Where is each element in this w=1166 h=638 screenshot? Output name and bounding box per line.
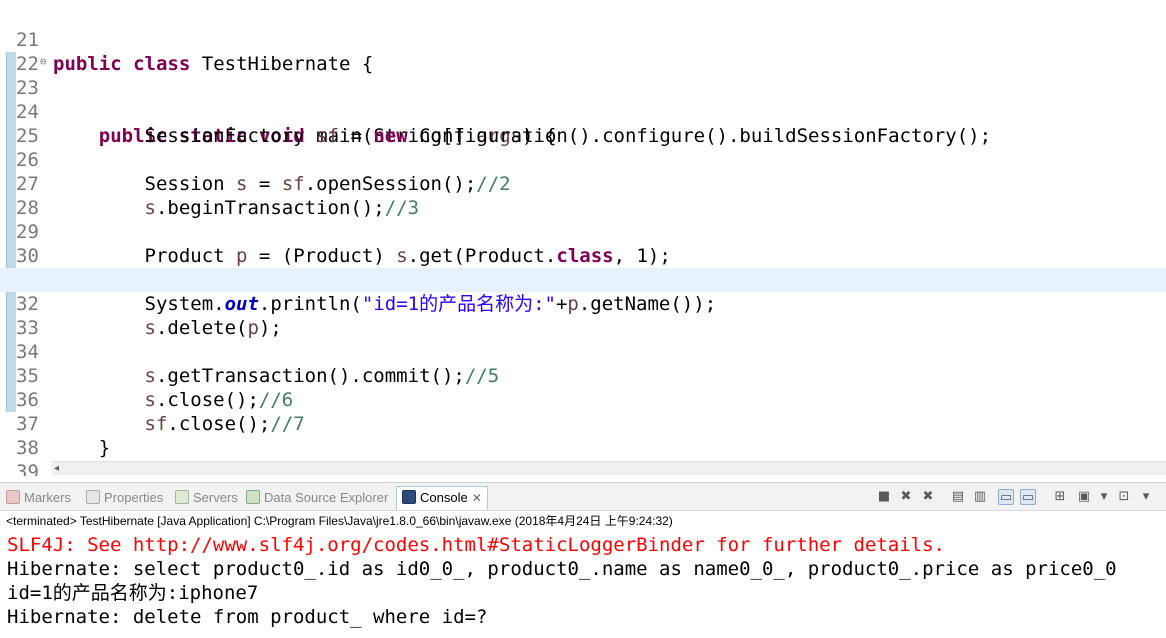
database-icon xyxy=(246,490,260,504)
code-line[interactable]: 22 xyxy=(0,28,1166,75)
code-line[interactable]: 37 } xyxy=(0,388,1166,459)
chevron-down-icon[interactable]: ▾ xyxy=(1138,489,1154,505)
code-line[interactable]: 35 s.close();//6 xyxy=(0,340,1166,411)
scroll-left-arrow-icon[interactable]: ◂ xyxy=(54,462,59,476)
tab-label: Console xyxy=(420,490,468,505)
code-line[interactable]: 27 s.beginTransaction();//3 xyxy=(0,148,1166,219)
markers-icon xyxy=(6,490,20,504)
show-on-stdout-icon[interactable]: ▭ xyxy=(998,489,1014,505)
display-console-icon[interactable]: ▣ xyxy=(1076,489,1092,505)
horizontal-scrollbar[interactable]: ◂ xyxy=(52,461,1166,475)
show-on-stderr-icon[interactable]: ▭ xyxy=(1020,489,1036,505)
fold-toggle-icon[interactable]: ⊖ xyxy=(40,52,47,72)
servers-icon xyxy=(175,490,189,504)
code-line[interactable]: 38 xyxy=(0,412,1166,459)
code-line[interactable]: 25 xyxy=(0,100,1166,147)
tab-label: Servers xyxy=(193,490,238,505)
code-line[interactable]: 39 } xyxy=(0,436,1166,476)
tab-label: Markers xyxy=(24,490,71,505)
chevron-down-icon[interactable]: ▾ xyxy=(1096,489,1112,505)
tab-servers[interactable]: Servers xyxy=(175,488,238,508)
code-line[interactable]: 34 s.getTransaction().commit();//5 xyxy=(0,316,1166,387)
code-line[interactable]: 36 sf.close();//7 xyxy=(0,364,1166,435)
tab-markers[interactable]: Markers xyxy=(6,488,71,508)
code-line[interactable]: 31 System.out.println("id=1的产品名称为:"+p.ge… xyxy=(0,244,1166,315)
tab-console[interactable]: Console ✕ xyxy=(396,486,488,510)
clear-console-icon[interactable]: ▤ xyxy=(950,489,966,505)
console-view: Markers Properties Servers Data Source E… xyxy=(0,482,1166,638)
pin-console-icon[interactable]: ⊞ xyxy=(1052,489,1068,505)
scroll-lock-icon[interactable]: ▥ xyxy=(972,489,988,505)
console-output-line: Hibernate: select product0_.id as id0_0_… xyxy=(7,558,1117,580)
process-status: <terminated> TestHibernate [Java Applica… xyxy=(6,514,673,528)
open-console-icon[interactable]: ⊡ xyxy=(1116,489,1132,505)
remove-all-terminated-icon[interactable]: ✖ xyxy=(920,489,936,505)
code-line[interactable]: 29 Product p = (Product) s.get(Product.c… xyxy=(0,196,1166,267)
code-line[interactable]: 33 xyxy=(0,292,1166,339)
code-line[interactable]: 21 public class TestHibernate { xyxy=(0,4,1166,75)
console-icon xyxy=(402,490,416,504)
current-code-line[interactable]: 32 s.delete(p); xyxy=(0,268,1166,339)
terminate-icon[interactable]: ■ xyxy=(876,489,892,505)
close-icon[interactable]: ✕ xyxy=(472,491,482,505)
line-number: 39 xyxy=(16,461,39,476)
properties-icon xyxy=(86,490,100,504)
tab-label: Properties xyxy=(104,490,164,505)
code-line[interactable]: 28 xyxy=(0,172,1166,219)
console-output-line: id=1的产品名称为:iphone7 xyxy=(7,582,259,604)
remove-launch-icon[interactable]: ✖ xyxy=(898,489,914,505)
code-line[interactable]: 30 xyxy=(0,220,1166,267)
console-output-line: Hibernate: delete from product_ where id… xyxy=(7,606,488,628)
view-tab-bar: Markers Properties Servers Data Source E… xyxy=(0,483,1166,511)
console-output-line: SLF4J: See http://www.slf4j.org/codes.ht… xyxy=(7,534,945,556)
tab-data-source-explorer[interactable]: Data Source Explorer xyxy=(246,488,388,508)
code-line[interactable]: 24 SessionFactory sf = new Configuration… xyxy=(0,76,1166,147)
tab-label: Data Source Explorer xyxy=(264,490,389,505)
code-line[interactable]: 23 ⊖ public static void main(String[] ar… xyxy=(0,52,1166,147)
code-line[interactable]: 26 Session s = sf.openSession();//2 xyxy=(0,124,1166,195)
tab-properties[interactable]: Properties xyxy=(86,488,163,508)
code-editor[interactable]: 21 public class TestHibernate { 22 23 ⊖ … xyxy=(0,0,1166,476)
